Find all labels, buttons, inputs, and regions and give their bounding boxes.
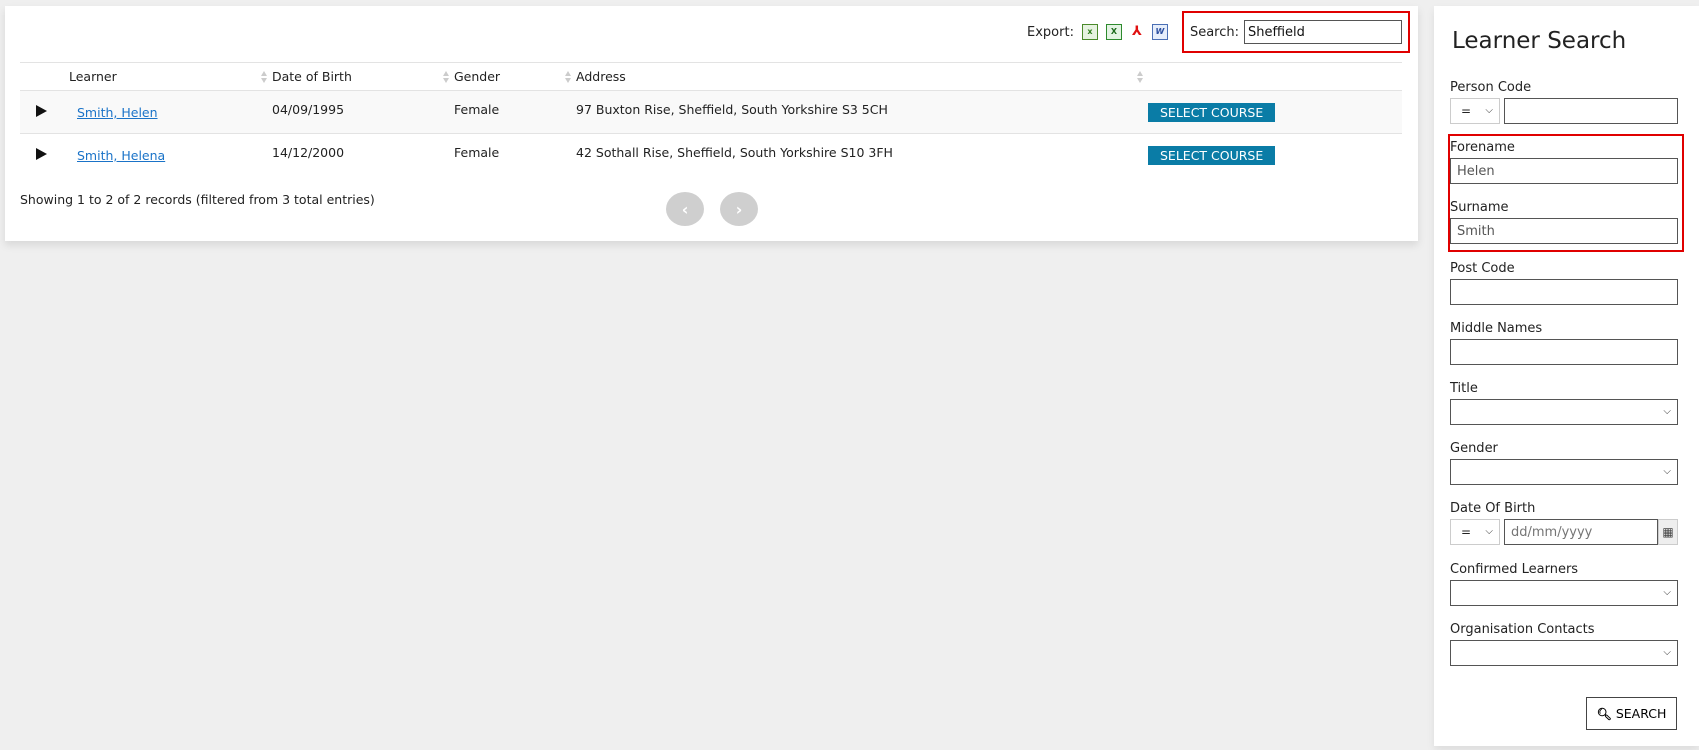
search-button[interactable]: 🔍︎ SEARCH bbox=[1586, 697, 1677, 730]
col-dob[interactable]: Date of Birth bbox=[272, 62, 454, 91]
next-page-button[interactable]: › bbox=[720, 192, 758, 226]
confirmed-learners-field: Confirmed Learners ⌵ bbox=[1450, 562, 1678, 606]
results-panel: Export: x X ⅄ W Search: Learner Date of … bbox=[5, 6, 1418, 241]
address-cell: 97 Buxton Rise, Sheffield, South Yorkshi… bbox=[576, 101, 888, 117]
person-code-input[interactable] bbox=[1504, 98, 1678, 124]
table-header-row: Learner Date of Birth Gender Address bbox=[20, 62, 1402, 91]
forename-input[interactable] bbox=[1450, 158, 1678, 184]
confirmed-learners-select[interactable]: ⌵ bbox=[1450, 580, 1678, 606]
col-address[interactable]: Address bbox=[576, 62, 1148, 91]
expand-row-icon[interactable] bbox=[36, 147, 47, 160]
learner-table: Learner Date of Birth Gender Address Smi… bbox=[20, 62, 1402, 176]
sort-icon bbox=[565, 71, 572, 83]
calendar-icon[interactable]: ▦ bbox=[1658, 519, 1678, 545]
dob-cell: 04/09/1995 bbox=[272, 101, 345, 117]
chevron-down-icon: ⌵ bbox=[1663, 647, 1671, 658]
chevron-down-icon: ⌵ bbox=[1663, 587, 1671, 598]
sort-icon bbox=[1137, 71, 1144, 83]
sort-icon bbox=[261, 71, 268, 83]
gender-cell: Female bbox=[454, 101, 500, 117]
chevron-down-icon: ⌵ bbox=[1663, 466, 1671, 477]
select-course-button[interactable]: SELECT COURSE bbox=[1148, 145, 1276, 165]
prev-page-button[interactable]: ‹ bbox=[666, 192, 704, 226]
gender-cell: Female bbox=[454, 144, 500, 160]
gender-select[interactable]: ⌵ bbox=[1450, 459, 1678, 485]
panel-title: Learner Search bbox=[1452, 28, 1627, 54]
organisation-contacts-select[interactable]: ⌵ bbox=[1450, 640, 1678, 666]
title-field: Title ⌵ bbox=[1450, 381, 1678, 425]
col-gender[interactable]: Gender bbox=[454, 62, 576, 91]
learner-link[interactable]: Smith, Helena bbox=[77, 148, 165, 163]
table-search-input[interactable] bbox=[1244, 20, 1402, 44]
learner-search-panel: Learner Search Person Code =⌵ Forename S… bbox=[1434, 6, 1699, 746]
chevron-down-icon: ⌵ bbox=[1485, 105, 1493, 116]
table-info: Showing 1 to 2 of 2 records (filtered fr… bbox=[20, 192, 375, 207]
surname-input[interactable] bbox=[1450, 218, 1678, 244]
dob-operator-select[interactable]: = ⌵ bbox=[1450, 519, 1500, 545]
col-learner[interactable]: Learner bbox=[69, 62, 272, 91]
middle-names-field: Middle Names bbox=[1450, 321, 1678, 365]
dob-field: Date Of Birth =⌵▦ bbox=[1450, 501, 1678, 545]
select-course-button[interactable]: SELECT COURSE bbox=[1148, 102, 1276, 122]
table-row: Smith, Helena 14/12/2000 Female 42 Sotha… bbox=[20, 134, 1402, 177]
gender-field: Gender ⌵ bbox=[1450, 441, 1678, 485]
excel-icon[interactable]: X bbox=[1105, 24, 1122, 40]
expand-row-icon[interactable] bbox=[36, 104, 47, 117]
word-icon[interactable]: W bbox=[1151, 24, 1168, 40]
post-code-field: Post Code bbox=[1450, 261, 1678, 305]
col-expand bbox=[20, 62, 69, 91]
learner-link[interactable]: Smith, Helen bbox=[77, 105, 158, 120]
table-row: Smith, Helen 04/09/1995 Female 97 Buxton… bbox=[20, 90, 1402, 134]
forename-field: Forename bbox=[1450, 140, 1678, 184]
search-icon: 🔍︎ bbox=[1596, 706, 1612, 721]
csv-icon[interactable]: x bbox=[1081, 24, 1098, 40]
export-label: Export: bbox=[1027, 24, 1074, 40]
search-label: Search: bbox=[1189, 24, 1239, 40]
dob-cell: 14/12/2000 bbox=[272, 144, 345, 160]
organisation-contacts-field: Organisation Contacts ⌵ bbox=[1450, 622, 1678, 666]
pdf-icon[interactable]: ⅄ bbox=[1130, 25, 1144, 39]
address-cell: 42 Sothall Rise, Sheffield, South Yorksh… bbox=[576, 144, 893, 160]
surname-field: Surname bbox=[1450, 200, 1678, 244]
table-toolbar: Export: x X ⅄ W Search: bbox=[1027, 10, 1410, 54]
post-code-input[interactable] bbox=[1450, 279, 1678, 305]
dob-input[interactable] bbox=[1504, 519, 1658, 545]
col-action bbox=[1148, 62, 1402, 91]
person-code-field: Person Code = ⌵ bbox=[1450, 80, 1678, 124]
chevron-down-icon: ⌵ bbox=[1485, 526, 1493, 537]
pagination: ‹ › bbox=[666, 192, 774, 226]
sort-icon bbox=[443, 71, 450, 83]
title-select[interactable]: ⌵ bbox=[1450, 399, 1678, 425]
chevron-down-icon: ⌵ bbox=[1663, 406, 1671, 417]
table-search: Search: bbox=[1181, 11, 1410, 53]
middle-names-input[interactable] bbox=[1450, 339, 1678, 365]
person-code-operator-select[interactable]: = ⌵ bbox=[1450, 98, 1500, 124]
